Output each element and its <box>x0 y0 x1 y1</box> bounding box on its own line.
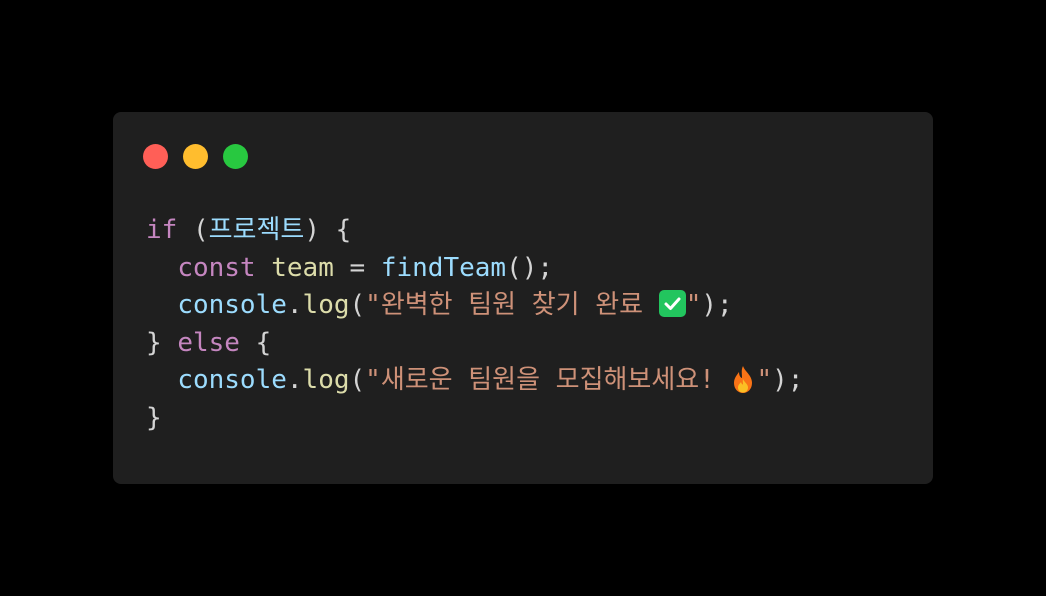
paren-close-brace: ) { <box>304 215 352 245</box>
code-line-6: } <box>146 400 803 438</box>
assign-operator: = <box>333 252 381 283</box>
method-log: log <box>302 365 350 395</box>
call-end: ); <box>772 365 804 395</box>
call-end: ); <box>701 290 733 320</box>
string-literal: "완벽한 팀원 찾기 완료 <box>365 290 659 320</box>
code-line-1: if (프로젝트) { <box>146 212 803 250</box>
check-mark-button-icon <box>658 290 686 317</box>
code-line-2: const team = findTeam(); <box>146 250 803 288</box>
condition-text: 프로젝트 <box>208 215 305 245</box>
fire-icon <box>730 364 756 394</box>
close-dot[interactable] <box>143 144 168 169</box>
string-quote-end: " <box>756 365 773 395</box>
paren-open: ( <box>177 215 209 245</box>
string-quote-end: " <box>685 290 702 320</box>
brace-open: { <box>239 327 272 358</box>
code-line-3: console.log("완벽한 팀원 찾기 완료 "); <box>146 287 803 325</box>
keyword-else: else <box>177 327 240 358</box>
brace-close: } <box>146 402 162 433</box>
paren-open: ( <box>349 365 366 395</box>
code-block: if (프로젝트) { const team = findTeam(); con… <box>146 212 803 437</box>
maximize-dot[interactable] <box>223 144 248 169</box>
call-end: (); <box>506 252 554 283</box>
paren-open: ( <box>349 290 366 320</box>
code-line-5: console.log("새로운 팀원을 모집해보세요! "); <box>146 362 803 400</box>
object-console: console <box>177 365 287 395</box>
variable-team: team <box>271 252 334 283</box>
window-controls <box>143 144 248 169</box>
keyword-const: const <box>177 252 256 283</box>
dot: . <box>286 365 303 395</box>
string-literal: "새로운 팀원을 모집해보세요! <box>365 365 731 395</box>
keyword-if: if <box>146 215 178 245</box>
dot: . <box>286 290 303 320</box>
minimize-dot[interactable] <box>183 144 208 169</box>
code-window: if (프로젝트) { const team = findTeam(); con… <box>113 112 933 484</box>
function-findteam: findTeam <box>380 252 507 283</box>
method-log: log <box>302 290 350 320</box>
brace-close: } <box>146 327 178 358</box>
object-console: console <box>177 290 287 320</box>
code-line-4: } else { <box>146 325 803 363</box>
